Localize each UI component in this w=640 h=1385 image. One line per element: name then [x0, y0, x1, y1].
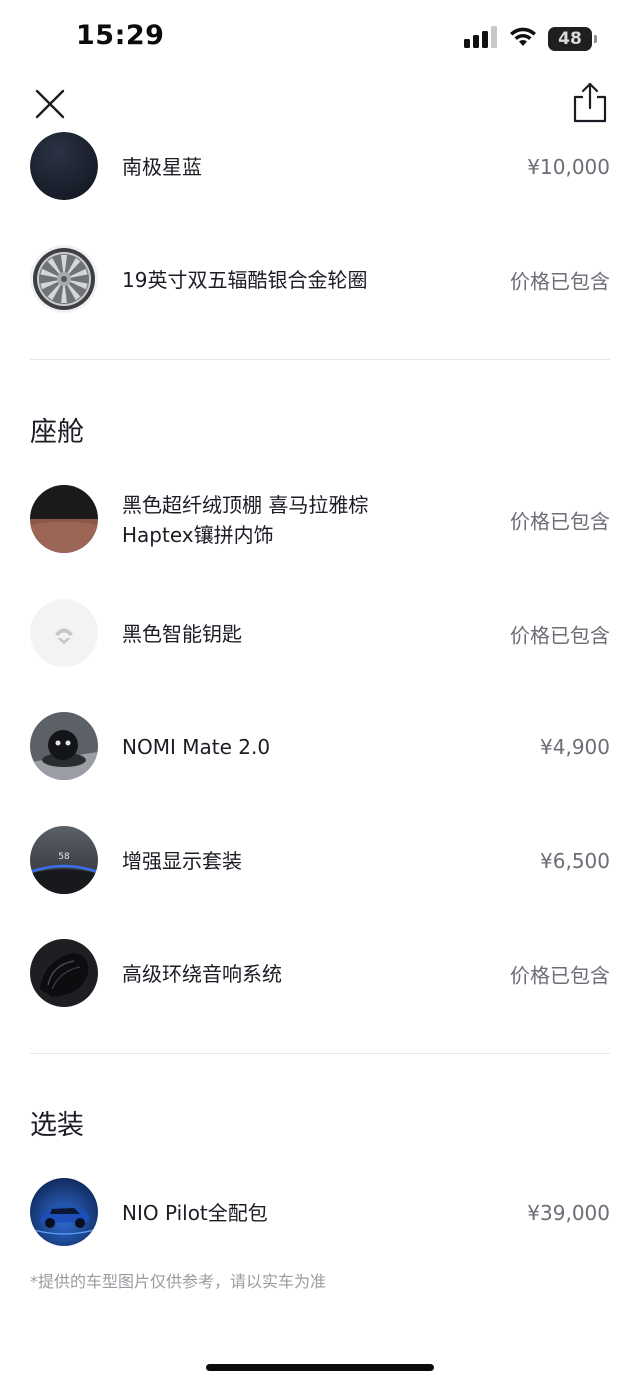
item-name-line1: 黑色超纤绒顶棚 喜马拉雅棕	[122, 493, 369, 517]
list-item-hud[interactable]: 58 增强显示套装 ¥6,500	[30, 826, 610, 896]
hud-display-thumbnail: 58	[30, 826, 98, 894]
cellular-signal-icon	[464, 26, 498, 52]
section-title-options: 选装	[30, 1110, 84, 1141]
status-bar: 15:29 48	[0, 0, 640, 72]
list-item-interior[interactable]: 黑色超纤绒顶棚 喜马拉雅棕 Haptex镶拼内饰 价格已包含	[30, 485, 610, 555]
disclaimer-footnote: *提供的车型图片仅供参考，请以实车为准	[30, 1272, 327, 1291]
item-name: NOMI Mate 2.0	[122, 735, 271, 759]
item-name: 黑色超纤绒顶棚 喜马拉雅棕 Haptex镶拼内饰	[122, 490, 368, 550]
section-divider	[30, 1053, 610, 1054]
speaker-thumbnail	[30, 939, 98, 1007]
item-price: ¥39,000	[527, 1201, 610, 1225]
item-name: 19英寸双五辐酷银合金轮圈	[122, 268, 368, 292]
item-name: 增强显示套装	[122, 849, 242, 873]
car-render-thumbnail	[30, 1178, 98, 1246]
interior-swatch-thumbnail	[30, 485, 98, 553]
list-item-nio-pilot[interactable]: NIO Pilot全配包 ¥39,000	[30, 1178, 610, 1248]
battery-tip	[594, 35, 597, 43]
home-indicator[interactable]	[206, 1364, 434, 1371]
svg-text:58: 58	[58, 852, 70, 862]
item-price: 价格已包含	[510, 963, 610, 988]
list-item-wheel[interactable]: 19英寸双五辐酷银合金轮圈 价格已包含	[30, 245, 610, 315]
section-divider	[30, 359, 610, 360]
item-name: 南极星蓝	[122, 155, 202, 179]
nomi-robot-thumbnail	[30, 712, 98, 780]
battery-icon: 48	[548, 27, 597, 51]
nio-key-thumbnail	[30, 599, 98, 667]
wifi-icon	[508, 26, 538, 52]
list-item-nomi[interactable]: NOMI Mate 2.0 ¥4,900	[30, 712, 610, 782]
list-item-audio[interactable]: 高级环绕音响系统 价格已包含	[30, 939, 610, 1009]
battery-level: 48	[558, 29, 582, 49]
item-name: 高级环绕音响系统	[122, 962, 282, 986]
item-price: ¥6,500	[540, 849, 610, 873]
item-name: 黑色智能钥匙	[122, 622, 242, 646]
paint-swatch-thumbnail	[30, 132, 98, 200]
alloy-wheel-thumbnail	[30, 245, 98, 313]
list-item-key[interactable]: 黑色智能钥匙 价格已包含	[30, 599, 610, 669]
close-icon	[35, 89, 65, 119]
item-price: ¥10,000	[527, 155, 610, 179]
nav-bar	[0, 72, 640, 132]
status-time: 15:29	[76, 20, 165, 51]
status-indicators: 48	[464, 24, 597, 54]
section-title-cabin: 座舱	[30, 417, 84, 448]
item-price: 价格已包含	[510, 623, 610, 648]
share-icon	[573, 82, 607, 123]
item-price: ¥4,900	[540, 735, 610, 759]
close-button[interactable]	[30, 84, 70, 124]
item-name-line2: Haptex镶拼内饰	[122, 523, 274, 547]
list-item-paint[interactable]: 南极星蓝 ¥10,000	[30, 132, 610, 202]
item-price: 价格已包含	[510, 509, 610, 534]
item-name: NIO Pilot全配包	[122, 1201, 268, 1225]
share-button[interactable]	[570, 80, 610, 124]
item-price: 价格已包含	[510, 269, 610, 294]
